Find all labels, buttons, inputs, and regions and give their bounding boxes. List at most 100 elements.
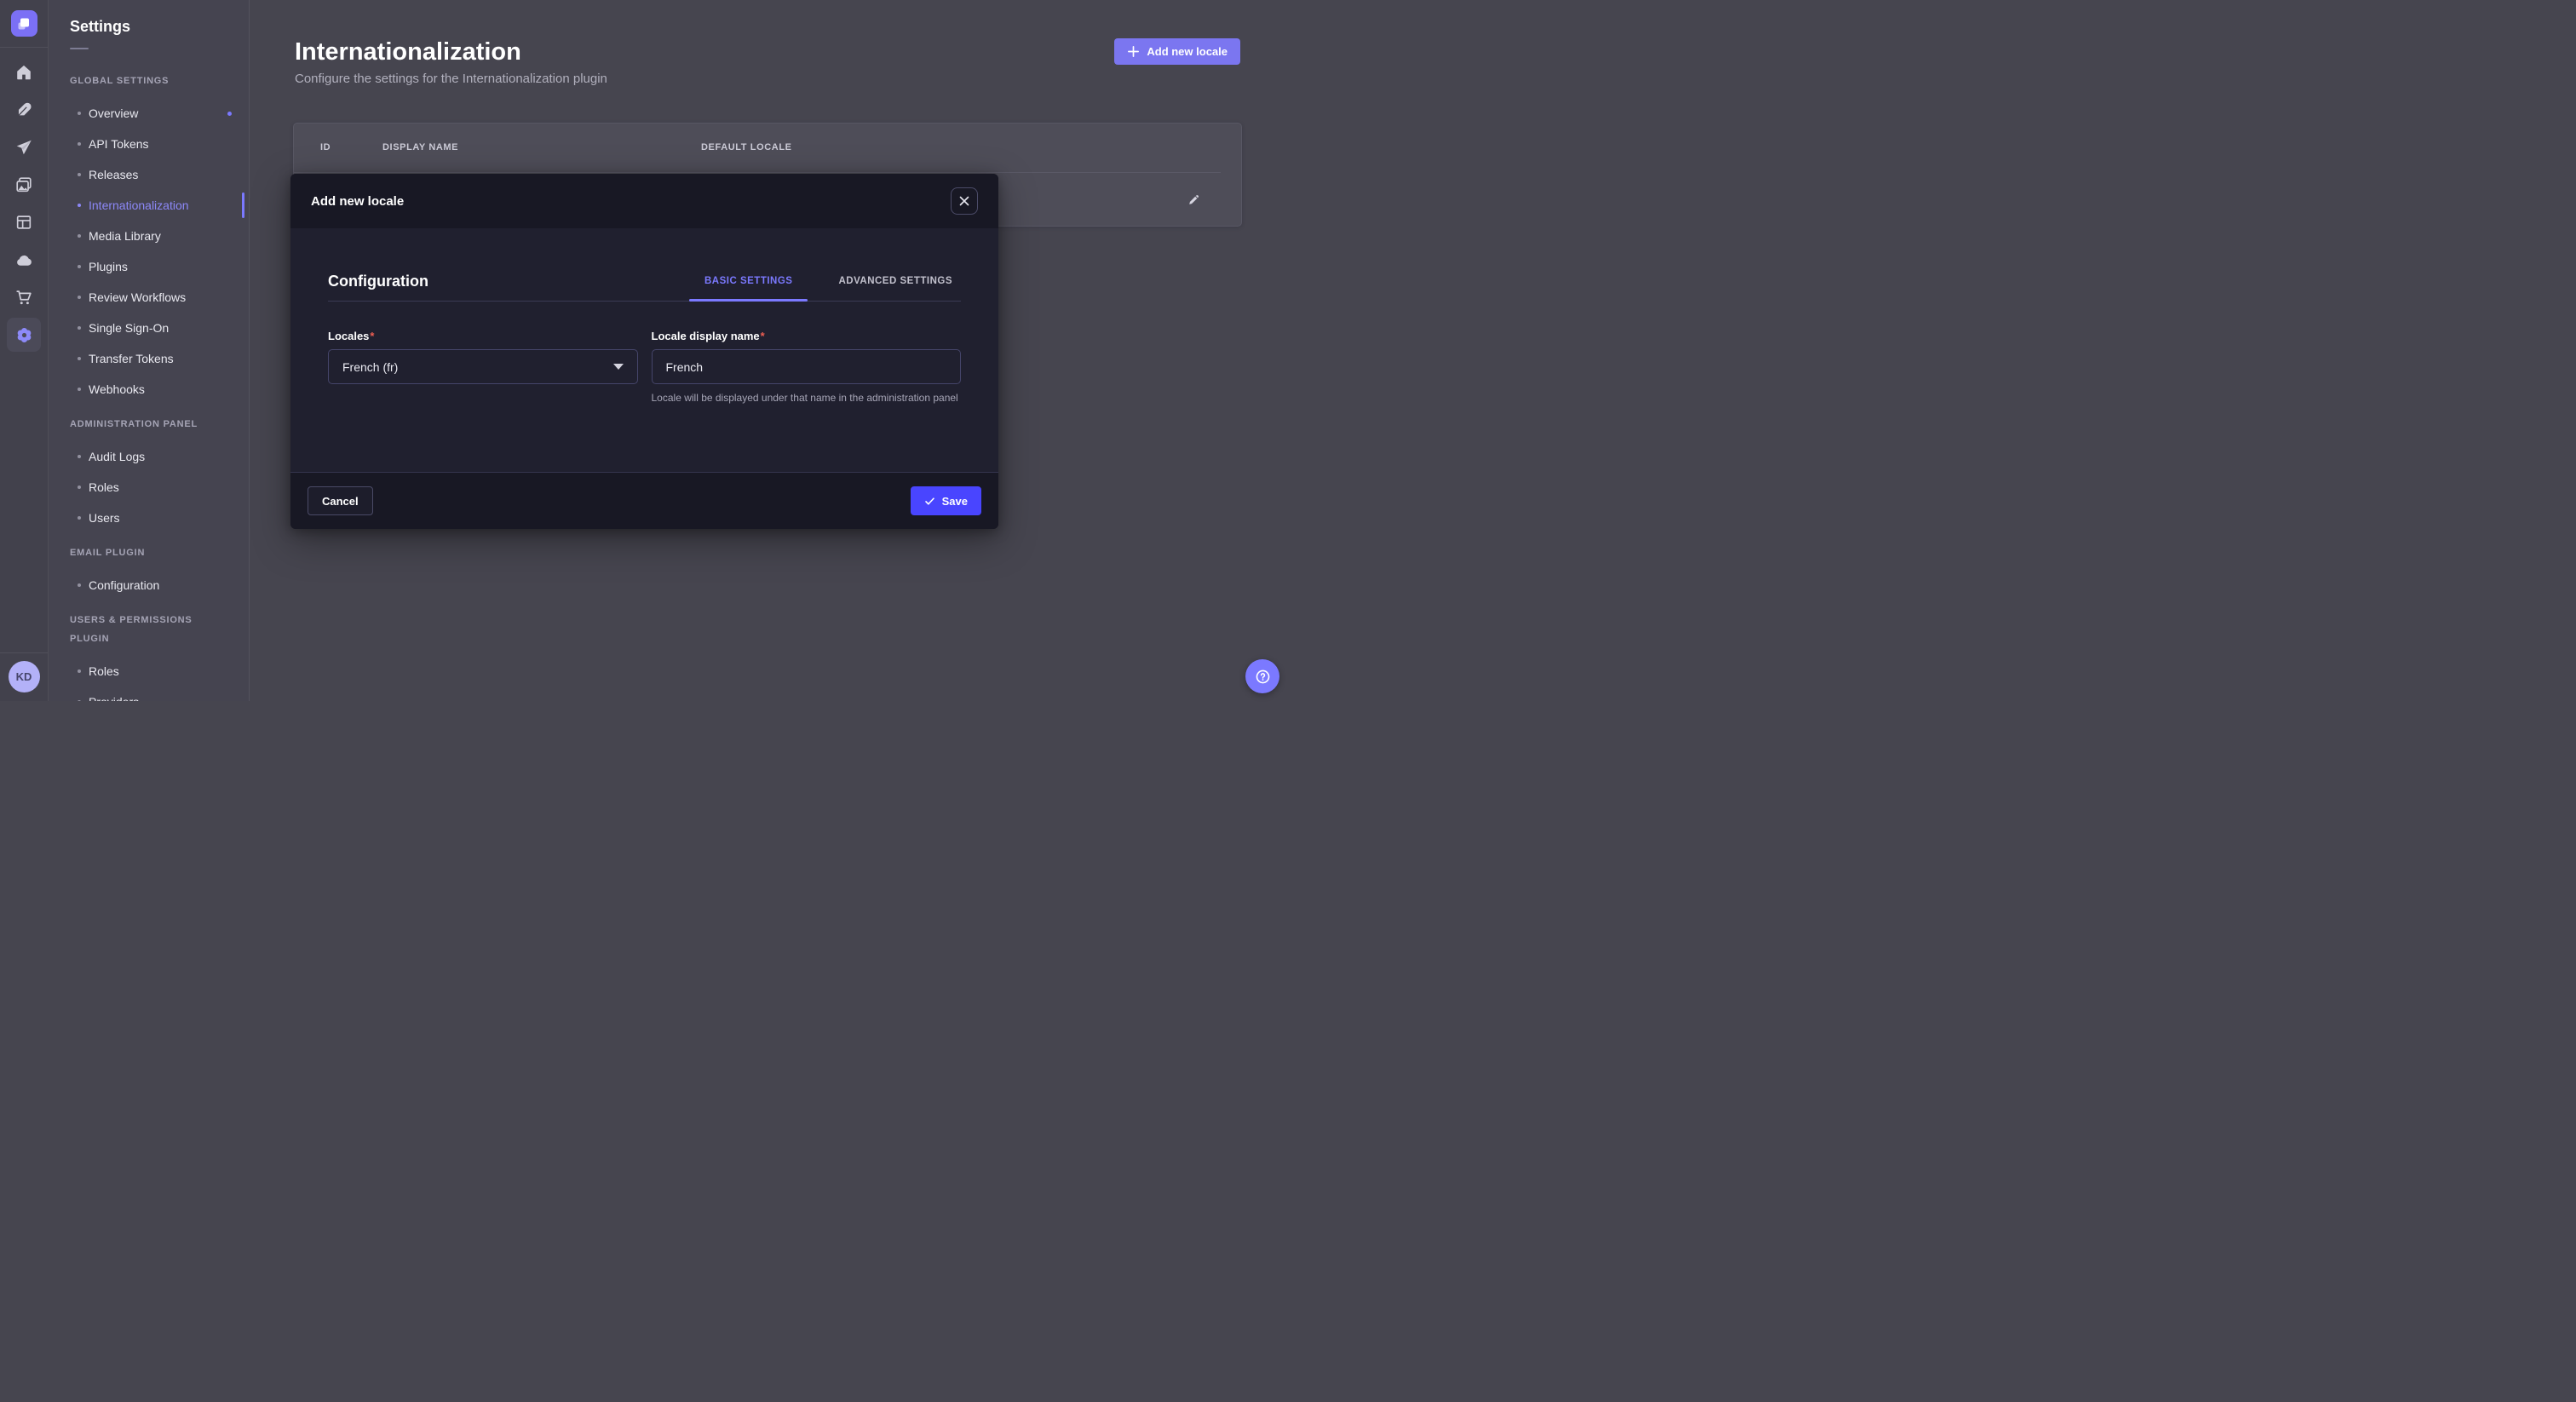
- sidebar-item-label: Releases: [89, 168, 138, 181]
- sidebar-item-label: Plugins: [89, 260, 128, 273]
- sidebar-item-providers[interactable]: Providers: [49, 687, 249, 701]
- sidebar-header: Settings: [49, 0, 249, 49]
- sidebar-item-label: Overview: [89, 106, 138, 120]
- cloud-icon[interactable]: [5, 241, 43, 279]
- paper-plane-icon[interactable]: [5, 129, 43, 166]
- bullet-icon: [78, 112, 81, 115]
- display-name-field: Locale display name Locale will be displ…: [652, 330, 962, 405]
- edit-locale-button[interactable]: [1180, 186, 1207, 213]
- notification-dot: [227, 112, 232, 116]
- help-button[interactable]: [1245, 659, 1279, 693]
- tab-basic-settings[interactable]: BASIC SETTINGS: [696, 272, 801, 290]
- display-name-label: Locale display name: [652, 330, 962, 343]
- locales-select-value: French (fr): [342, 360, 398, 374]
- sidebar-item-label: Internationalization: [89, 198, 189, 212]
- sidebar-item-api-tokens[interactable]: API Tokens: [49, 129, 249, 159]
- bullet-icon: [78, 326, 81, 330]
- sidebar-item-plugins[interactable]: Plugins: [49, 251, 249, 282]
- cancel-button[interactable]: Cancel: [308, 486, 373, 515]
- sidebar-item-configuration[interactable]: Configuration: [49, 570, 249, 600]
- bullet-icon: [78, 142, 81, 146]
- column-header-display-name: DISPLAY NAME: [382, 124, 458, 172]
- add-locale-modal: Add new locale Configuration BASIC SETTI…: [290, 174, 998, 529]
- bullet-icon: [78, 669, 81, 673]
- bullet-icon: [78, 455, 81, 458]
- sidebar-item-webhooks[interactable]: Webhooks: [49, 374, 249, 405]
- strapi-logo-glyph: [16, 16, 32, 32]
- locales-label: Locales: [328, 330, 638, 343]
- save-label: Save: [942, 495, 968, 508]
- sidebar-item-review-workflows[interactable]: Review Workflows: [49, 282, 249, 313]
- bullet-icon: [78, 265, 81, 268]
- bullet-icon: [78, 234, 81, 238]
- sidebar-item-label: Media Library: [89, 229, 161, 243]
- sidebar-item-label: Transfer Tokens: [89, 352, 174, 365]
- sidebar-item-audit-logs[interactable]: Audit Logs: [49, 441, 249, 472]
- sidebar-item-transfer-tokens[interactable]: Transfer Tokens: [49, 343, 249, 374]
- logo-cell: [0, 0, 48, 48]
- locales-field: Locales French (fr): [328, 330, 638, 405]
- rail-nav: [0, 48, 48, 353]
- gear-icon[interactable]: [7, 318, 41, 352]
- bullet-icon: [78, 583, 81, 587]
- sidebar-item-internationalization[interactable]: Internationalization: [49, 190, 249, 221]
- sidebar-item-label: Users: [89, 511, 120, 525]
- sidebar-item-roles[interactable]: Roles: [49, 656, 249, 687]
- sidebar-item-roles[interactable]: Roles: [49, 472, 249, 503]
- sidebar-item-single-sign-on[interactable]: Single Sign-On: [49, 313, 249, 343]
- question-mark-icon: [1255, 669, 1271, 685]
- sidebar-item-users[interactable]: Users: [49, 503, 249, 533]
- locales-select[interactable]: French (fr): [328, 349, 638, 384]
- save-button[interactable]: Save: [911, 486, 981, 515]
- cart-icon[interactable]: [5, 279, 43, 316]
- sidebar-section-label: USERS & PERMISSIONS PLUGIN: [70, 611, 228, 648]
- settings-sidebar: Settings GLOBAL SETTINGS Overview API Toke…: [49, 0, 250, 701]
- tab-advanced-settings[interactable]: ADVANCED SETTINGS: [830, 272, 961, 290]
- bullet-icon: [78, 204, 81, 207]
- sidebar-section-label: ADMINISTRATION PANEL: [70, 415, 228, 434]
- sidebar-item-overview[interactable]: Overview: [49, 98, 249, 129]
- modal-header: Add new locale: [290, 174, 998, 228]
- sidebar-title: Settings: [70, 15, 228, 37]
- table-header-separator: [294, 172, 1221, 173]
- strapi-logo[interactable]: [11, 10, 37, 37]
- sidebar-item-label: Webhooks: [89, 382, 145, 396]
- layout-icon[interactable]: [5, 204, 43, 241]
- home-icon[interactable]: [5, 54, 43, 91]
- display-name-hint: Locale will be displayed under that name…: [652, 391, 962, 405]
- close-icon[interactable]: [951, 187, 978, 215]
- sidebar-item-label: Roles: [89, 664, 119, 678]
- page-header: Internationalization Configure the setti…: [295, 37, 1240, 88]
- sidebar-item-releases[interactable]: Releases: [49, 159, 249, 190]
- modal-title: Add new locale: [311, 194, 404, 209]
- sidebar-section-label: EMAIL PLUGIN: [70, 543, 228, 562]
- user-avatar[interactable]: KD: [9, 661, 40, 692]
- add-new-locale-label: Add new locale: [1147, 45, 1228, 58]
- required-asterisk: [370, 330, 374, 342]
- bullet-icon: [78, 388, 81, 391]
- required-asterisk: [761, 330, 765, 342]
- sidebar-item-label: Audit Logs: [89, 450, 145, 463]
- pictures-icon[interactable]: [5, 166, 43, 204]
- modal-body: Configuration BASIC SETTINGS ADVANCED SE…: [290, 228, 998, 472]
- column-header-default-locale: DEFAULT LOCALE: [701, 124, 792, 172]
- bullet-icon: [78, 516, 81, 520]
- sidebar-item-label: Providers: [89, 695, 139, 701]
- display-name-input[interactable]: [652, 349, 962, 384]
- configuration-row: Configuration BASIC SETTINGS ADVANCED SE…: [328, 228, 961, 302]
- sidebar-item-label: Review Workflows: [89, 290, 186, 304]
- feather-icon[interactable]: [5, 91, 43, 129]
- modal-fields: Locales French (fr) Locale display name …: [328, 330, 961, 405]
- sidebar-item-label: Single Sign-On: [89, 321, 169, 335]
- sidebar-section-label: GLOBAL SETTINGS: [70, 72, 228, 90]
- modal-tabs: BASIC SETTINGS ADVANCED SETTINGS: [696, 272, 961, 290]
- add-new-locale-button[interactable]: Add new locale: [1114, 38, 1240, 65]
- bullet-icon: [78, 700, 81, 701]
- rail-divider: [0, 652, 48, 653]
- bullet-icon: [78, 173, 81, 176]
- sidebar-item-media-library[interactable]: Media Library: [49, 221, 249, 251]
- sidebar-item-label: Roles: [89, 480, 119, 494]
- pencil-icon: [1187, 192, 1201, 207]
- sidebar-nav: GLOBAL SETTINGS Overview API Tokens Release…: [49, 49, 249, 701]
- bullet-icon: [78, 296, 81, 299]
